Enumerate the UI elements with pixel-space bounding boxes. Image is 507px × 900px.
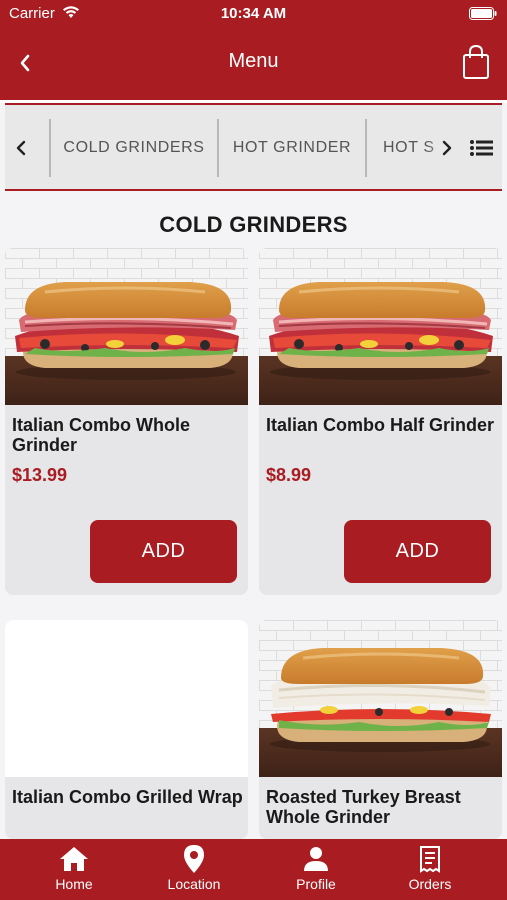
bottom-tab-bar: Home Location Profile Orders <box>0 839 507 900</box>
nav-label: Location <box>167 876 221 892</box>
app-header: Carrier 10:34 AM Menu <box>0 0 507 100</box>
tabs-scroll-left-button[interactable] <box>11 135 31 161</box>
person-icon <box>302 845 330 873</box>
tab-hot-grinder[interactable]: HOT GRINDER <box>219 119 365 177</box>
section-title: COLD GRINDERS <box>159 212 348 237</box>
product-name: Italian Combo Whole Grinder <box>12 415 190 455</box>
list-icon <box>470 140 493 156</box>
page-title: Menu <box>228 50 279 72</box>
status-bar: Carrier 10:34 AM <box>0 0 507 30</box>
nav-label: Orders <box>408 876 452 892</box>
category-tab-bar: COLD GRINDERS HOT GRINDER HOT S <box>5 103 502 191</box>
tabs-scroll-right-button[interactable] <box>437 135 457 161</box>
product-card[interactable]: Italian Combo Grilled Wrap <box>5 620 248 839</box>
location-pin-icon <box>183 845 205 873</box>
product-image <box>5 248 248 405</box>
product-price: $13.99 <box>12 465 68 485</box>
receipt-icon <box>418 845 442 873</box>
product-image-placeholder <box>5 620 248 777</box>
product-name: Roasted Turkey Breast Whole Grinder <box>266 787 461 827</box>
product-card[interactable]: Roasted Turkey Breast Whole Grinder <box>259 620 502 839</box>
product-name: Italian Combo Half Grinder <box>266 415 495 435</box>
nav-profile[interactable]: Profile <box>276 839 356 900</box>
nav-location[interactable]: Location <box>154 839 234 900</box>
product-name: Italian Combo Grilled Wrap <box>12 787 243 807</box>
battery-icon <box>469 7 497 20</box>
chevron-right-icon <box>442 140 452 156</box>
product-price: $8.99 <box>266 465 312 485</box>
product-card[interactable]: Italian Combo Half Grinder $8.99 ADD <box>259 248 502 595</box>
nav-home[interactable]: Home <box>34 839 114 900</box>
tab-cold-grinders[interactable]: COLD GRINDERS <box>51 119 217 177</box>
nav-orders[interactable]: Orders <box>390 839 470 900</box>
product-image <box>259 248 502 405</box>
product-image <box>259 620 502 777</box>
nav-label: Profile <box>296 876 336 892</box>
category-list-button[interactable] <box>469 137 495 159</box>
add-to-cart-button[interactable]: ADD <box>344 520 491 583</box>
add-to-cart-button[interactable]: ADD <box>90 520 237 583</box>
product-card[interactable]: Italian Combo Whole Grinder $13.99 ADD <box>5 248 248 595</box>
shopping-bag-icon <box>463 44 489 79</box>
nav-label: Home <box>55 876 93 892</box>
clock-label: 10:34 AM <box>220 5 287 22</box>
home-icon <box>59 845 89 873</box>
chevron-left-icon <box>16 140 26 156</box>
cart-button[interactable] <box>461 44 491 80</box>
